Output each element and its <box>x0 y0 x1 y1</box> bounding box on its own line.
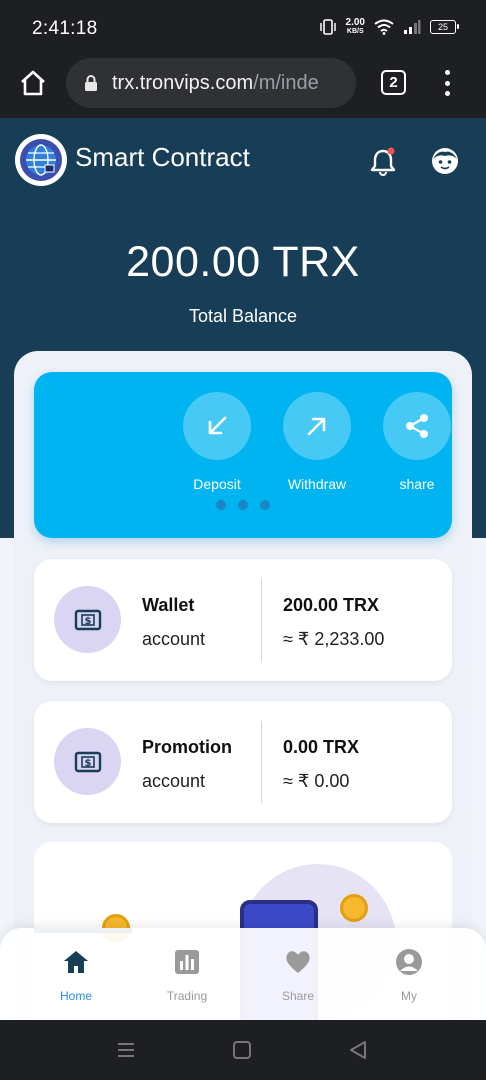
vibrate-icon <box>319 19 336 35</box>
deposit-label: Deposit <box>193 476 241 492</box>
back-icon[interactable] <box>348 1040 368 1060</box>
promotion-icon-circle: $ <box>54 728 121 795</box>
wifi-icon <box>374 19 394 35</box>
withdraw-label: Withdraw <box>287 476 347 492</box>
arrow-up-right-icon <box>307 417 326 436</box>
globe-logo-icon <box>20 139 62 181</box>
carousel-pagination <box>216 500 270 510</box>
wallet-converted: ≈ ₹ 2,233.00 <box>283 629 385 649</box>
nav-share[interactable]: Share <box>253 948 343 1003</box>
heart-icon <box>286 951 310 973</box>
network-speed: 2.00 KB/S <box>345 17 365 36</box>
recents-icon[interactable] <box>116 1040 136 1060</box>
bottom-navigation: Home Trading Share My <box>0 928 486 1020</box>
browser-menu-icon[interactable] <box>440 68 454 98</box>
promotion-sub: account <box>142 771 206 791</box>
home-system-icon[interactable] <box>232 1040 252 1060</box>
address-bar[interactable]: trx.tronvips.com/m/inde <box>66 58 356 108</box>
promotion-amount: 0.00 TRX <box>283 737 360 757</box>
carousel-dot[interactable] <box>260 500 270 510</box>
notification-bell-icon[interactable] <box>369 146 397 176</box>
promotion-converted: ≈ ₹ 0.00 <box>283 771 350 791</box>
arrow-down-left-icon <box>208 416 227 435</box>
tab-switcher-button[interactable]: 2 <box>381 70 406 95</box>
app-logo <box>15 134 67 186</box>
url-host: trx.tronvips.com <box>112 71 254 94</box>
wallet-amount: 200.00 TRX <box>283 595 380 615</box>
status-bar: 2:41:18 2.00 KB/S 25 <box>0 0 486 58</box>
promotion-name: Promotion <box>142 737 232 757</box>
customer-service-icon[interactable] <box>430 146 460 176</box>
quick-actions-carousel[interactable]: Deposit Withdraw share <box>34 372 452 538</box>
wallet-icon-circle: $ <box>54 586 121 653</box>
lock-icon <box>85 75 97 91</box>
svg-text:$: $ <box>84 758 91 769</box>
total-balance-label: Total Balance <box>188 306 298 326</box>
svg-text:$: $ <box>84 616 91 627</box>
status-icons: 2.00 KB/S 25 <box>319 17 459 36</box>
signal-icon <box>404 20 421 34</box>
coin-illustration <box>340 894 368 922</box>
withdraw-button[interactable]: Withdraw <box>282 392 352 492</box>
app-title: Smart Contract <box>75 142 250 172</box>
nav-trading[interactable]: Trading <box>142 948 232 1003</box>
carousel-dot[interactable] <box>238 500 248 510</box>
share-button[interactable]: share <box>382 392 452 492</box>
share-icon <box>406 414 428 438</box>
promotion-account-card[interactable]: $ Promotion account 0.00 TRX ≈ ₹ 0.00 <box>34 701 452 823</box>
divider <box>261 721 262 803</box>
share-label: share <box>399 476 435 492</box>
wallet-name: Wallet <box>142 595 195 615</box>
total-balance-amount: 200.00 TRX <box>126 238 360 286</box>
wallet-account-card[interactable]: $ Wallet account 200.00 TRX ≈ ₹ 2,233.00 <box>34 559 452 681</box>
browser-toolbar: trx.tronvips.com/m/inde 2 <box>0 58 486 118</box>
money-icon: $ <box>74 751 101 772</box>
wallet-sub: account <box>142 629 206 649</box>
battery-icon: 25 <box>430 20 459 34</box>
nav-home[interactable]: Home <box>31 948 121 1003</box>
user-circle-icon <box>396 949 422 975</box>
home-icon <box>64 951 88 973</box>
status-time: 2:41:18 <box>32 18 98 39</box>
money-icon: $ <box>74 609 101 630</box>
url-path: /m/inde <box>253 71 319 94</box>
carousel-dot[interactable] <box>216 500 226 510</box>
browser-home-icon[interactable] <box>18 68 48 98</box>
bar-chart-icon <box>175 950 199 974</box>
deposit-button[interactable]: Deposit <box>182 392 252 492</box>
divider <box>261 579 262 661</box>
system-navigation-bar <box>0 1020 486 1080</box>
nav-my[interactable]: My <box>364 948 454 1003</box>
